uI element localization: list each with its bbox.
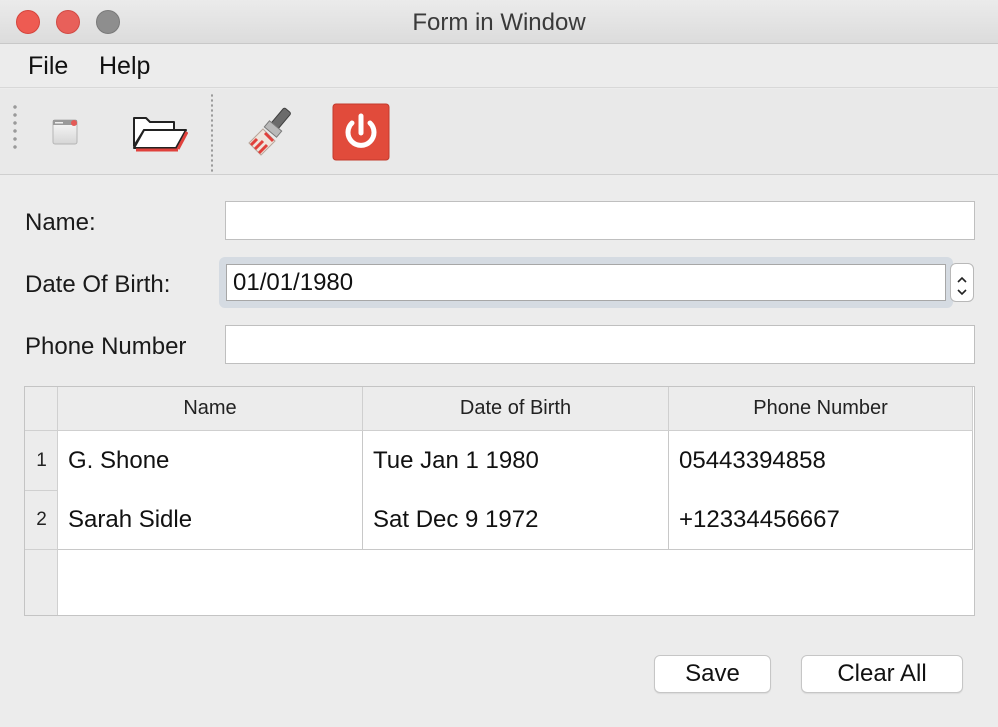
menu-help[interactable]: Help xyxy=(99,52,150,81)
open-folder-icon xyxy=(133,117,188,152)
name-input[interactable] xyxy=(225,201,975,240)
table-cell-name[interactable]: G. Shone xyxy=(58,431,363,491)
new-button[interactable] xyxy=(37,103,95,161)
chevron-up-icon[interactable] xyxy=(957,272,967,283)
menu-bar: File Help xyxy=(0,44,998,88)
phone-number-label: Phone Number xyxy=(25,333,187,360)
table-corner[interactable] xyxy=(25,387,58,431)
row-header[interactable]: 1 xyxy=(25,431,58,491)
clear-all-button[interactable]: Clear All xyxy=(801,655,963,693)
table-cell-phone-number[interactable]: 05443394858 xyxy=(669,431,973,491)
new-window-icon xyxy=(52,119,78,145)
table-cell-date-of-birth[interactable]: Sat Dec 9 1972 xyxy=(363,490,669,550)
clear-button[interactable] xyxy=(241,103,299,161)
date-of-birth-label: Date Of Birth: xyxy=(25,271,171,298)
table-cell-phone-number[interactable]: +12334456667 xyxy=(669,490,973,550)
table-cell-date-of-birth[interactable]: Tue Jan 1 1980 xyxy=(363,431,669,491)
row-header[interactable]: 2 xyxy=(25,490,58,550)
records-table[interactable]: Name Date of Birth Phone Number 1 G. Sho… xyxy=(24,386,975,616)
save-button[interactable]: Save xyxy=(654,655,771,693)
date-stepper[interactable] xyxy=(950,263,974,302)
toolbar-separator xyxy=(211,93,213,173)
toolbar-grip-handle[interactable] xyxy=(13,103,17,151)
window-title: Form in Window xyxy=(412,9,586,36)
name-label: Name: xyxy=(25,209,96,236)
column-header-name[interactable]: Name xyxy=(58,387,363,431)
column-header-date-of-birth[interactable]: Date of Birth xyxy=(363,387,669,431)
column-header-phone-number[interactable]: Phone Number xyxy=(669,387,973,431)
menu-file[interactable]: File xyxy=(28,52,68,81)
power-icon xyxy=(332,103,390,161)
phone-number-input[interactable] xyxy=(225,325,975,364)
open-button[interactable] xyxy=(130,103,188,161)
title-bar: Form in Window xyxy=(0,0,998,44)
quit-button[interactable] xyxy=(332,103,390,161)
toolbar xyxy=(0,89,998,175)
app-window: Form in Window File Help Name: Date Of B… xyxy=(0,0,998,727)
table-cell-name[interactable]: Sarah Sidle xyxy=(58,490,363,550)
clear-brush-icon xyxy=(248,107,291,156)
chevron-down-icon[interactable] xyxy=(957,284,967,295)
date-of-birth-input[interactable] xyxy=(226,264,946,301)
